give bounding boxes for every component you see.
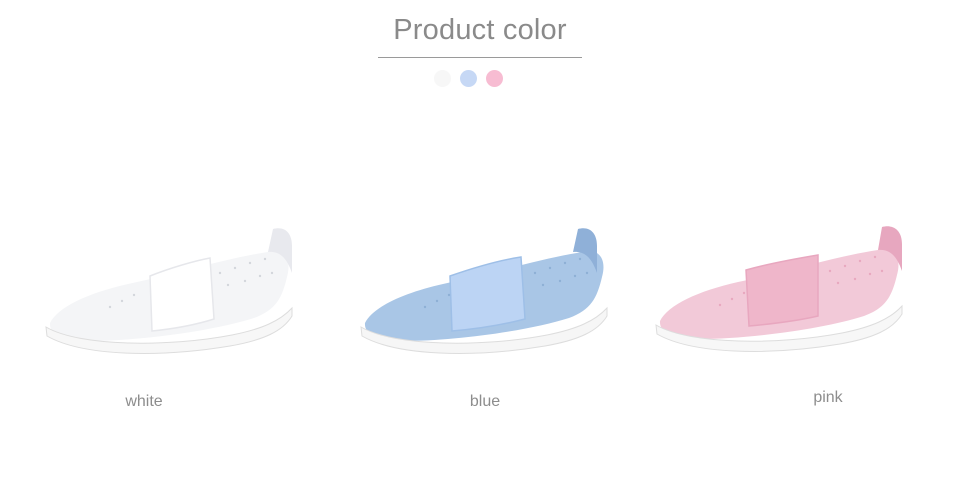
swatch-blue[interactable]	[460, 70, 477, 87]
page-title: Product color	[393, 14, 567, 46]
product-white[interactable]	[40, 215, 300, 360]
shoe-white-image	[45, 228, 293, 354]
product-blue[interactable]	[355, 215, 615, 360]
color-swatches	[434, 70, 503, 87]
swatch-white[interactable]	[434, 70, 451, 87]
product-label-blue: blue	[469, 393, 501, 410]
product-label-pink: pink	[813, 389, 843, 406]
product-label-white: white	[125, 393, 163, 410]
shoe-pink-image	[655, 226, 903, 352]
title-divider	[378, 57, 582, 58]
shoe-blue-image	[360, 228, 608, 354]
swatch-pink[interactable]	[486, 70, 503, 87]
product-pink[interactable]	[650, 213, 910, 358]
